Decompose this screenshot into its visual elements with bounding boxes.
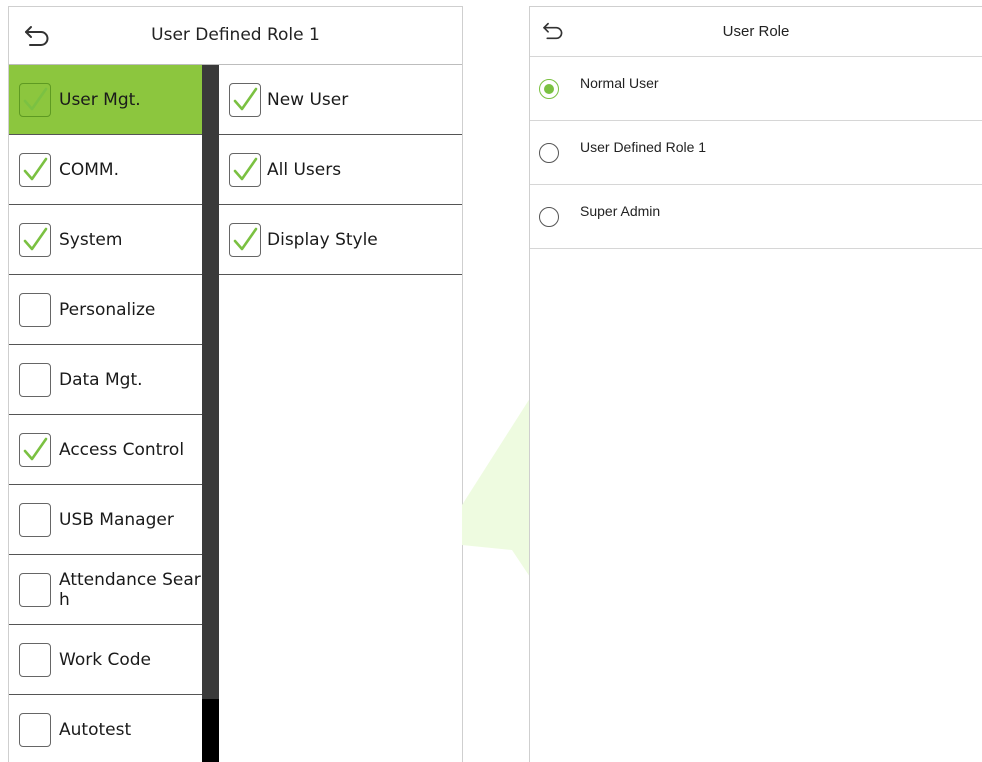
submenu-item-label: All Users <box>267 159 342 180</box>
menu-item-label: USB Manager <box>59 509 174 530</box>
permission-submenu-list: New User All Users Display Style <box>219 65 462 275</box>
radio-unselected-icon[interactable] <box>539 206 559 227</box>
radio-unselected-icon[interactable] <box>539 142 559 163</box>
scrollbar-thumb[interactable] <box>202 699 219 762</box>
menu-item-label: System <box>59 229 123 250</box>
checkbox-unchecked-icon[interactable] <box>19 572 51 607</box>
menu-item-label: Attendance Sear h <box>59 569 201 610</box>
checkbox-checked-icon[interactable] <box>19 432 51 467</box>
checkbox-checked-icon[interactable] <box>229 222 261 257</box>
scrollbar[interactable] <box>202 65 219 762</box>
checkbox-unchecked-icon[interactable] <box>19 712 51 747</box>
page-title: User Role <box>722 23 790 40</box>
menu-item-access-control[interactable]: Access Control <box>9 415 202 485</box>
menu-item-data-mgt[interactable]: Data Mgt. <box>9 345 202 415</box>
role-permissions-screen: User Defined Role 1 User Mgt. COMM. System… <box>8 6 463 762</box>
user-role-screen: User Role Normal User User Defined Role 1… <box>529 6 982 762</box>
submenu-item-label: New User <box>267 89 349 110</box>
menu-item-attendance-sear-h[interactable]: Attendance Sear h <box>9 555 202 625</box>
checkbox-unchecked-icon[interactable] <box>19 362 51 397</box>
checkbox-checked-icon[interactable] <box>19 222 51 257</box>
checkbox-unchecked-icon[interactable] <box>19 292 51 327</box>
menu-item-label: Personalize <box>59 299 156 320</box>
submenu-item-label: Display Style <box>267 229 378 250</box>
role-option-user-defined-role-1[interactable]: User Defined Role 1 <box>530 121 982 185</box>
left-header: User Defined Role 1 <box>9 7 462 65</box>
radio-dot <box>544 83 554 94</box>
role-option-label: Super Admin <box>580 202 661 219</box>
right-header: User Role <box>530 7 982 57</box>
menu-item-usb-manager[interactable]: USB Manager <box>9 485 202 555</box>
checkbox-unchecked-icon[interactable] <box>19 502 51 537</box>
checkbox-unchecked-icon[interactable] <box>19 642 51 677</box>
permission-category-list: User Mgt. COMM. System Personalize Data Mgt.… <box>9 65 202 762</box>
role-option-super-admin[interactable]: Super Admin <box>530 185 982 249</box>
role-option-list: Normal User User Defined Role 1 Super Admi… <box>530 57 982 249</box>
menu-item-label: Access Control <box>59 439 185 460</box>
checkbox-checked-icon[interactable] <box>229 82 261 117</box>
menu-item-label: Autotest <box>59 719 132 740</box>
menu-item-label: User Mgt. <box>59 89 141 110</box>
page-title: User Defined Role 1 <box>151 25 320 45</box>
submenu-item-all-users[interactable]: All Users <box>219 135 462 205</box>
role-option-normal-user[interactable]: Normal User <box>530 57 982 121</box>
menu-item-label: Work Code <box>59 649 151 670</box>
menu-item-label: Data Mgt. <box>59 369 143 390</box>
submenu-item-display-style[interactable]: Display Style <box>219 205 462 275</box>
menu-item-autotest[interactable]: Autotest <box>9 695 202 762</box>
checkbox-checked-icon[interactable] <box>229 152 261 187</box>
submenu-item-new-user[interactable]: New User <box>219 65 462 135</box>
menu-item-personalize[interactable]: Personalize <box>9 275 202 345</box>
radio-selected-icon[interactable] <box>539 78 559 99</box>
menu-item-comm[interactable]: COMM. <box>9 135 202 205</box>
role-option-label: Normal User <box>580 74 659 91</box>
menu-item-user-mgt[interactable]: User Mgt. <box>9 65 202 135</box>
watermark-shape <box>462 395 532 580</box>
menu-item-system[interactable]: System <box>9 205 202 275</box>
role-option-label: User Defined Role 1 <box>580 138 707 155</box>
checkbox-checked-icon[interactable] <box>19 82 51 117</box>
menu-item-label: COMM. <box>59 159 119 180</box>
checkbox-checked-icon[interactable] <box>19 152 51 187</box>
menu-item-work-code[interactable]: Work Code <box>9 625 202 695</box>
